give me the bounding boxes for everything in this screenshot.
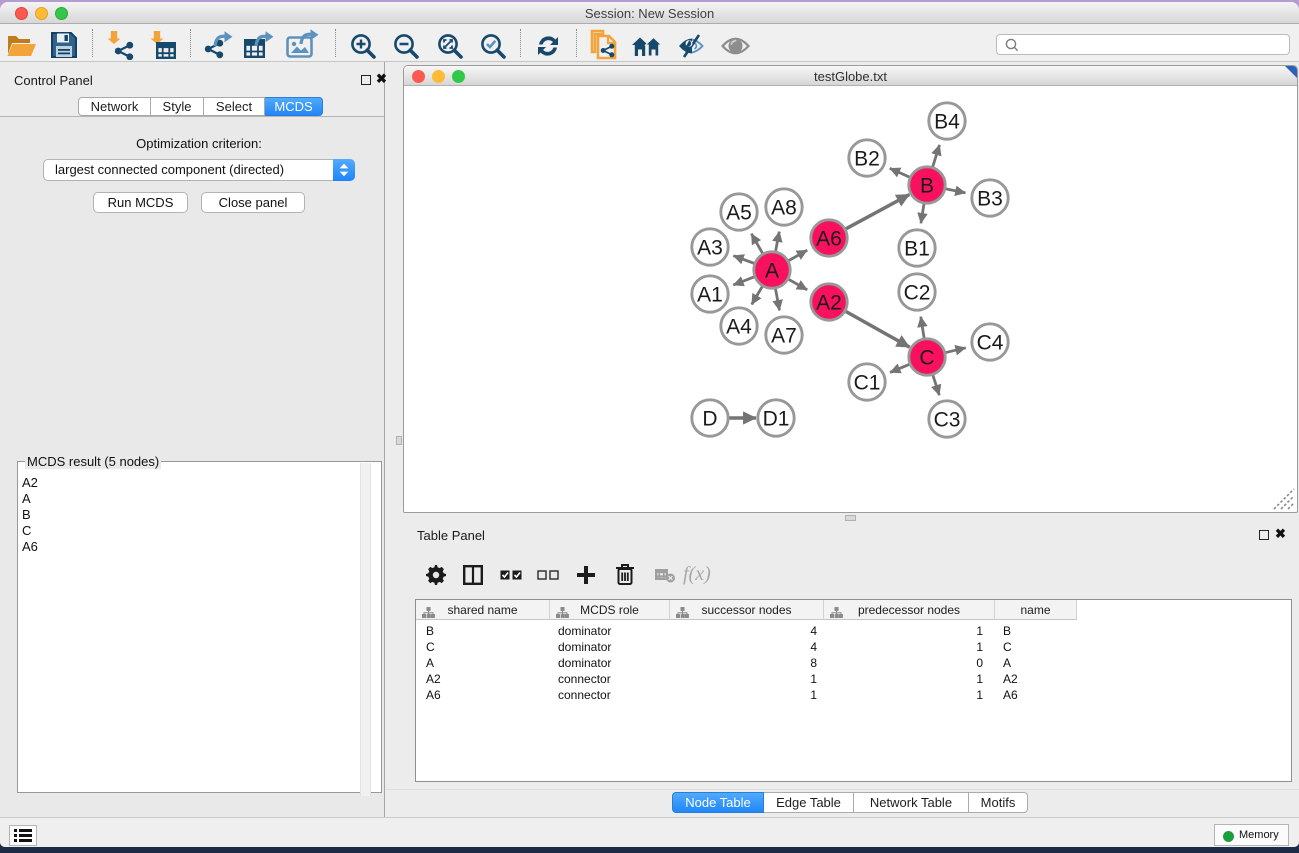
svg-text:C4: C4 xyxy=(977,332,1004,355)
svg-text:A6: A6 xyxy=(816,228,842,251)
svg-text:A8: A8 xyxy=(771,197,797,220)
svg-text:B1: B1 xyxy=(904,238,930,261)
svg-text:B3: B3 xyxy=(977,188,1003,211)
svg-text:A5: A5 xyxy=(726,202,752,225)
svg-text:A3: A3 xyxy=(697,237,723,260)
svg-text:B2: B2 xyxy=(854,148,880,171)
svg-text:C2: C2 xyxy=(904,282,931,305)
svg-text:C1: C1 xyxy=(854,372,881,395)
svg-text:A2: A2 xyxy=(816,292,842,315)
svg-text:A: A xyxy=(765,260,779,283)
svg-text:B: B xyxy=(920,175,934,198)
svg-text:A4: A4 xyxy=(726,316,752,339)
svg-text:A7: A7 xyxy=(771,325,797,348)
svg-text:C: C xyxy=(919,347,934,370)
svg-text:B4: B4 xyxy=(934,111,960,134)
svg-text:A1: A1 xyxy=(697,284,723,307)
svg-text:C3: C3 xyxy=(934,409,961,432)
svg-text:D: D xyxy=(702,408,717,431)
svg-text:D1: D1 xyxy=(763,408,790,431)
svg-text:f(x): f(x) xyxy=(683,564,711,585)
